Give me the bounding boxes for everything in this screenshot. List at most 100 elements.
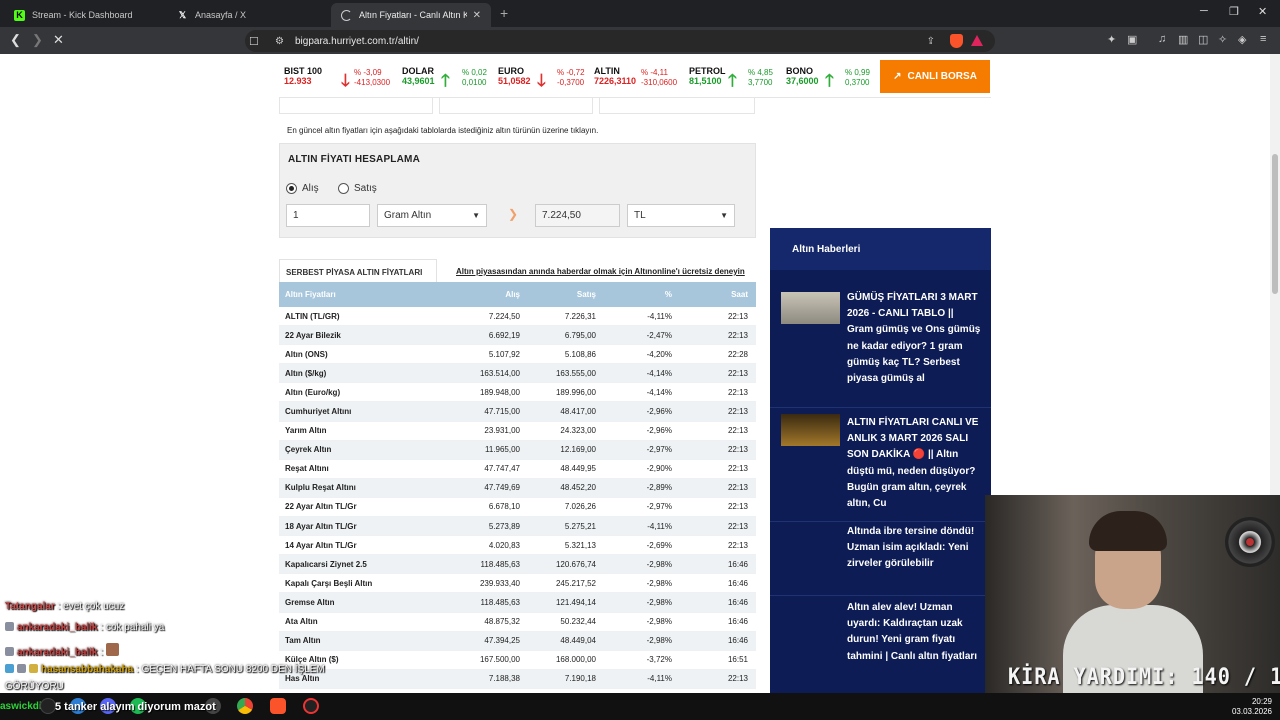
tab-serbest-piyasa[interactable]: SERBEST PİYASA ALTIN FİYATLARI — [279, 259, 437, 284]
news-item[interactable]: Altında ibre tersine döndü! Uzman isim a… — [770, 524, 991, 596]
header-alis[interactable]: Alış — [505, 282, 520, 307]
table-row[interactable]: Cumhuriyet Altını 47.715,00 48.417,00 -2,96… — [279, 402, 756, 422]
brave-rewards-icon[interactable] — [971, 35, 983, 46]
news-headline[interactable]: Altın alev alev! Uzman uyardı: Kaldıraçt… — [847, 600, 982, 665]
ticker-item-altin[interactable]: ALTIN 7226,3110 % -4,11-310,0600 🡓 — [594, 66, 694, 94]
table-row[interactable]: Kapalı Çarşı Beşli Altın 239.933,40 245.21… — [279, 574, 756, 594]
minimize-icon[interactable]: ─ — [1200, 5, 1208, 17]
table-row[interactable]: Ata Altın 48.875,32 50.232,44 -2,98% 16:46 — [279, 613, 756, 632]
header-pct[interactable]: % — [665, 282, 672, 307]
altinonline-link[interactable]: Altın piyasasından anında haberdar olmak… — [456, 267, 745, 276]
cell-pct: -4,14% — [646, 387, 672, 397]
site-settings-icon[interactable]: ⚙ — [275, 36, 284, 47]
cell-satis: 121.494,14 — [555, 597, 596, 607]
table-row[interactable]: Kulplu Reşat Altını 47.749,69 48.452,20 -2,… — [279, 478, 756, 498]
cell-name[interactable]: Kapalıcarsi Ziynet 2.5 — [285, 555, 367, 573]
canli-borsa-button[interactable]: ↗ CANLI BORSA — [880, 60, 990, 93]
tab-kick-dashboard[interactable]: K Stream - Kick Dashboard — [4, 3, 167, 27]
table-row[interactable]: Altın (Euro/kg) 189.948,00 189.996,00 -4,14… — [279, 383, 756, 403]
stop-loading-icon[interactable]: ✕ — [53, 32, 64, 48]
radio-buy[interactable]: Alış — [286, 183, 319, 194]
cell-name[interactable]: 18 Ayar Altın TL/Gr — [285, 517, 357, 535]
ticker-item-bist100[interactable]: BIST 100 12.933 🡓 % -3,09 -413,0300 — [284, 66, 394, 94]
chrome-icon[interactable] — [237, 698, 253, 714]
header-satis[interactable]: Satış — [577, 282, 596, 307]
news-item[interactable]: Altın alev alev! Uzman uyardı: Kaldıraçt… — [770, 600, 991, 688]
table-row[interactable]: Külçe Altın ($) 167.500,00 168.000,00 -3,72… — [279, 651, 756, 670]
new-tab-icon[interactable]: + — [500, 5, 508, 21]
share-icon[interactable]: ⇪ — [927, 36, 935, 47]
start-icon[interactable] — [40, 698, 56, 714]
tab-altin-fiyatlari[interactable]: Altın Fiyatları - Canlı Altın Kuru, E ✕ — [331, 3, 491, 27]
sidebar-icon[interactable]: ▥ — [1178, 33, 1188, 46]
header-saat[interactable]: Saat — [731, 282, 748, 307]
cell-name[interactable]: Altın ($/kg) — [285, 364, 326, 382]
cell-name[interactable]: Yarım Altın — [285, 422, 327, 440]
cell-name[interactable]: 14 Ayar Altın TL/Gr — [285, 536, 357, 554]
media-icon[interactable]: ♫ — [1158, 33, 1166, 45]
ticker-item-petrol[interactable]: PETROL 81,5100 🡑 % 4,85 3,7700 — [689, 66, 789, 94]
cell-name[interactable]: Gremse Altın — [285, 593, 335, 611]
restore-icon[interactable]: ❐ — [1229, 5, 1239, 18]
table-row[interactable]: 22 Ayar Bilezik 6.692,19 6.795,00 -2,47% 22:… — [279, 326, 756, 346]
table-row[interactable]: ALTIN (TL/GR) 7.224,50 7.226,31 -4,11% 22:13 — [279, 307, 756, 327]
table-row[interactable]: Has Altın 7.188,38 7.190,18 -4,11% 22:13 — [279, 669, 756, 689]
amount-input[interactable]: 1 — [286, 204, 370, 227]
cell-name[interactable]: Kapalı Çarşı Beşli Altın — [285, 574, 372, 592]
table-row[interactable]: 18 Ayar Altın TL/Gr 5.273,89 5.275,21 -4,11… — [279, 517, 756, 537]
brave-shields-icon[interactable] — [950, 34, 963, 48]
table-row[interactable]: Yarım Altın 23.931,00 24.323,00 -2,96% 22:13 — [279, 422, 756, 441]
table-row[interactable]: Çeyrek Altın 11.965,00 12.169,00 -2,97% 22:1… — [279, 440, 756, 460]
close-window-icon[interactable]: ✕ — [1258, 5, 1267, 18]
table-row[interactable]: 14 Ayar Altın TL/Gr 4.020,83 5.321,13 -2,69… — [279, 536, 756, 556]
cell-saat: 22:13 — [727, 464, 748, 474]
radio-sell[interactable]: Satış — [338, 183, 377, 194]
news-item[interactable]: GÜMÜŞ FİYATLARI 3 MART 2026 - CANLI TABL… — [770, 290, 991, 408]
cell-name[interactable]: Cumhuriyet Altını — [285, 402, 351, 420]
cell-name[interactable]: 22 Ayar Altın TL/Gr — [285, 498, 357, 516]
currency-select[interactable]: TL ▼ — [627, 204, 735, 227]
back-icon[interactable]: ❮ — [10, 32, 21, 48]
menu-icon[interactable]: ≡ — [1260, 33, 1266, 45]
address-bar[interactable]: ☐ ⚙ bigpara.hurriyet.com.tr/altin/ ⇪ — [245, 30, 995, 52]
ticker-item-euro[interactable]: EURO 51,0582 🡓 % -0,72 -0,3700 — [498, 66, 588, 94]
obs-icon[interactable] — [303, 698, 319, 714]
ticker-item-dolar[interactable]: DOLAR 43,9601 🡑 % 0,02 0,0100 — [402, 66, 492, 94]
cell-name[interactable]: Reşat Altını — [285, 460, 329, 478]
cell-name[interactable]: ALTIN (TL/GR) — [285, 307, 340, 325]
cell-name[interactable]: Ata Altın — [285, 613, 318, 631]
cell-name[interactable]: 22 Ayar Bilezik — [285, 326, 341, 344]
bookmark-icon[interactable]: ☐ — [249, 35, 259, 48]
brave-icon[interactable] — [270, 698, 286, 714]
table-row[interactable]: Reşat Altını 47.747,47 48.449,95 -2,90% 22:1… — [279, 460, 756, 479]
cell-name[interactable]: Altın (ONS) — [285, 345, 328, 363]
ticker-item-bono[interactable]: BONO 37,6000 🡑 % 0,99 0,3700 — [786, 66, 881, 94]
cell-name[interactable]: Kulplu Reşat Altını — [285, 479, 356, 497]
news-item[interactable]: ALTIN FİYATLARI CANLI VE ANLIK 3 MART 20… — [770, 410, 991, 522]
gold-type-select[interactable]: Gram Altın ▼ — [377, 204, 487, 227]
cell-name[interactable]: Altın (Euro/kg) — [285, 383, 340, 401]
leo-ai-icon[interactable]: ✧ — [1218, 33, 1227, 46]
extensions-icon[interactable]: ✦ — [1107, 33, 1116, 46]
chat-text: : evet çok ucuz — [54, 601, 125, 612]
table-row[interactable]: 22 Ayar Altın TL/Gr 6.678,10 7.026,26 -2,97… — [279, 498, 756, 518]
cell-name[interactable]: Çeyrek Altın — [285, 441, 331, 459]
table-row[interactable]: Kapalıcarsi Ziynet 2.5 118.485,63 120.676,… — [279, 555, 756, 575]
table-row[interactable]: Gremse Altın 118.485,63 121.494,14 -2,98% 16… — [279, 593, 756, 613]
url-text[interactable]: bigpara.hurriyet.com.tr/altin/ — [295, 36, 419, 47]
wallet-app-icon[interactable]: ◫ — [1198, 33, 1208, 46]
tab-x-home[interactable]: 𝕏 Anasayfa / X — [167, 3, 330, 27]
news-headline[interactable]: Altında ibre tersine döndü! Uzman isim a… — [847, 524, 982, 573]
wallet-icon[interactable]: ▣ — [1127, 33, 1137, 46]
table-row[interactable]: Altın ($/kg) 163.514,00 163.555,00 -4,14% 22… — [279, 364, 756, 384]
table-row[interactable]: Tam Altın 47.394,25 48.449,04 -2,98% 16:46 — [279, 631, 756, 651]
header-name[interactable]: Altın Fiyatları — [285, 282, 336, 307]
table-row[interactable]: Altın (ONS) 5.107,92 5.108,86 -4,20% 22:28 — [279, 345, 756, 365]
cell-name[interactable]: Tam Altın — [285, 632, 321, 650]
close-tab-icon[interactable]: ✕ — [467, 10, 481, 21]
forward-icon[interactable]: ❯ — [32, 32, 43, 48]
scroll-thumb[interactable] — [1272, 154, 1278, 294]
news-headline[interactable]: GÜMÜŞ FİYATLARI 3 MART 2026 - CANLI TABL… — [847, 290, 982, 387]
news-headline[interactable]: ALTIN FİYATLARI CANLI VE ANLIK 3 MART 20… — [847, 415, 982, 512]
vpn-icon[interactable]: ◈ — [1238, 33, 1246, 46]
